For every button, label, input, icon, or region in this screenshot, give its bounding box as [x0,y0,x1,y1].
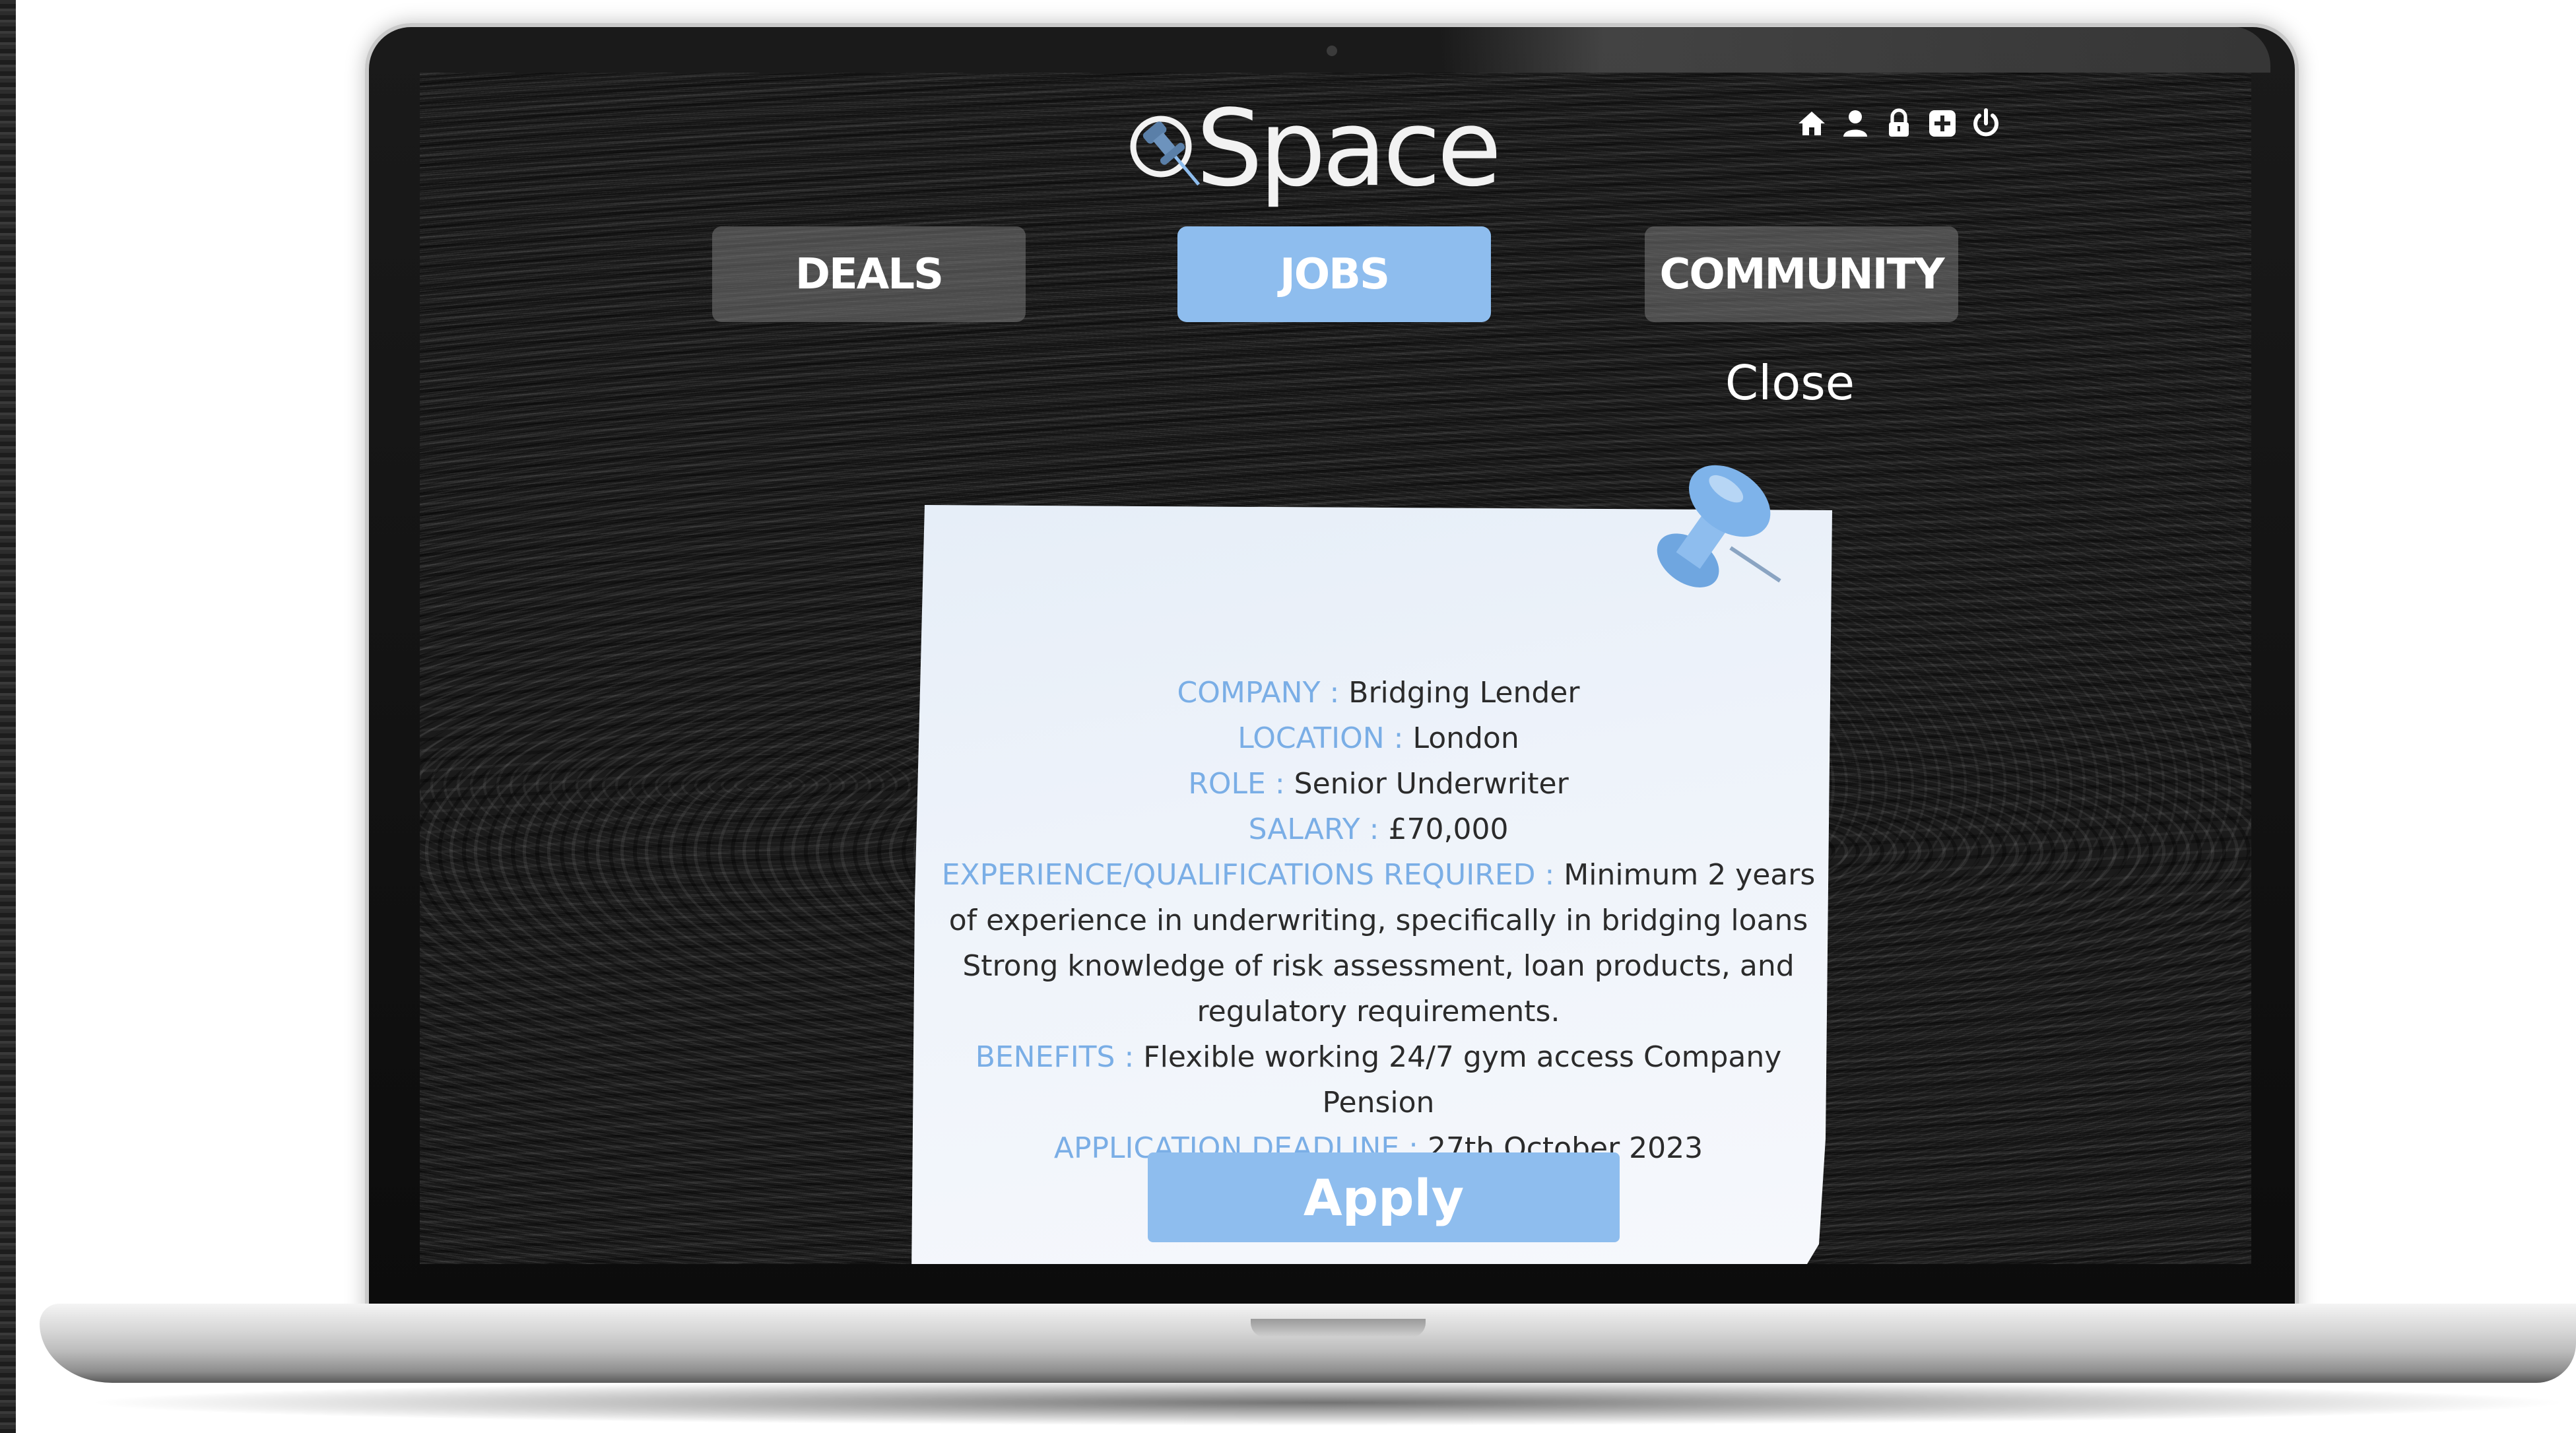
salary-value: £70,000 [1388,813,1509,846]
experience-row: EXPERIENCE/QUALIFICATIONS REQUIRED : Min… [935,852,1822,1034]
salary-label: SALARY : [1248,813,1379,846]
location-label: LOCATION : [1238,721,1404,755]
space-logo[interactable]: Space [1125,92,1502,205]
role-value: Senior Underwriter [1294,767,1569,801]
tab-deals[interactable]: DEALS [712,226,1026,322]
lock-icon[interactable] [1883,108,1915,139]
user-icon[interactable] [1839,108,1871,139]
role-label: ROLE : [1188,767,1285,801]
job-details: COMPANY : Bridging Lender LOCATION : Lon… [935,670,1822,1171]
benefits-row: BENEFITS : Flexible working 24/7 gym acc… [935,1034,1822,1125]
tab-community[interactable]: COMMUNITY [1645,226,1958,322]
home-icon[interactable] [1796,108,1828,139]
plus-square-icon[interactable] [1927,108,1958,139]
company-row: COMPANY : Bridging Lender [935,670,1822,716]
laptop-notch [1251,1319,1426,1337]
role-row: ROLE : Senior Underwriter [935,761,1822,807]
tab-jobs[interactable]: JOBS [1177,226,1491,322]
laptop-shadow [79,1380,2576,1426]
background-wood-edge [0,0,16,1433]
lid-glare [1439,26,2270,73]
company-value: Bridging Lender [1348,676,1580,710]
webcam [1327,46,1337,56]
experience-label: EXPERIENCE/QUALIFICATIONS REQUIRED : [941,858,1555,892]
apply-button[interactable]: Apply [1148,1152,1620,1242]
location-row: LOCATION : London [935,716,1822,761]
pushpin-icon [1657,465,1781,587]
benefits-value: Flexible working 24/7 gym access Company… [1143,1040,1782,1119]
benefits-label: BENEFITS : [975,1040,1135,1074]
logo-text: Space [1196,86,1502,210]
header-icons [1796,100,2002,147]
close-link[interactable]: Close [1698,355,1882,411]
laptop-screen: Space DEALS JOBS COMMUNITY Close COMPANY… [420,73,2251,1264]
laptop-base [40,1304,2576,1383]
company-label: COMPANY : [1177,676,1340,710]
power-icon[interactable] [1970,108,2002,139]
location-value: London [1412,721,1519,755]
salary-row: SALARY : £70,000 [935,807,1822,852]
